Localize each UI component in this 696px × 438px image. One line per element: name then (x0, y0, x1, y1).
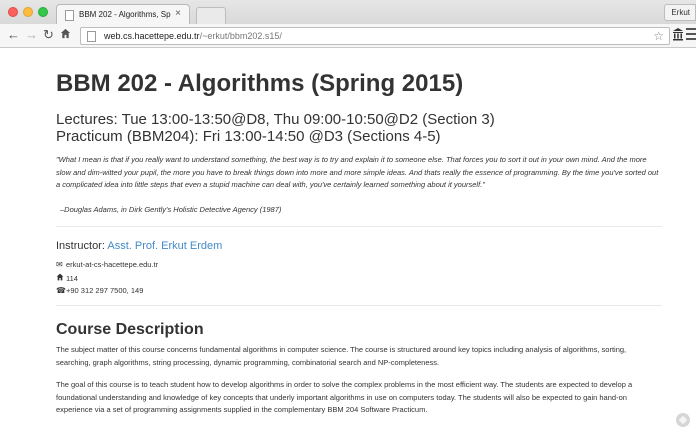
hamburger-menu-icon[interactable] (686, 28, 696, 43)
lectures-line: Lectures: Tue 13:00-13:50@D8, Thu 09:00-… (56, 111, 495, 128)
phone-text: +90 312 297 7500, 149 (66, 286, 144, 295)
course-description-paragraph: The subject matter of this course concer… (56, 345, 627, 367)
tab-title: BBM 202 - Algorithms, Spr (79, 10, 171, 19)
new-tab-button[interactable] (196, 7, 226, 24)
tab-strip: BBM 202 - Algorithms, Spr × Erkut (0, 0, 696, 25)
practicum-line: Practicum (BBM204): Fri 13:00-14:50 @D3 … (56, 128, 441, 145)
address-bar[interactable]: web.cs.hacettepe.edu.tr/~erkut/bbm202.s1… (80, 27, 670, 45)
contact-phone: ☎+90 312 297 7500, 149 (56, 286, 143, 295)
home-icon[interactable] (60, 27, 71, 43)
arrow-left-icon[interactable]: ← (7, 27, 20, 43)
reload-icon[interactable]: ↻ (43, 27, 54, 43)
quote-source: –Douglas Adams, in Dirk Gently's Holisti… (60, 205, 282, 214)
extension-icon[interactable] (672, 27, 684, 41)
email-text: erkut-at-cs-hacettepe.edu.tr (66, 260, 159, 269)
quote-text: "What I mean is that if you really want … (56, 155, 659, 189)
url-host: web.cs.hacettepe.edu.tr (104, 31, 200, 41)
star-icon[interactable]: ☆ (653, 29, 664, 43)
course-goal-paragraph: The goal of this course is to teach stud… (56, 380, 633, 414)
instructor-label: Instructor: (56, 240, 108, 252)
section-title: Course Description (56, 321, 204, 338)
minimize-window-button[interactable] (23, 7, 33, 17)
page-icon (87, 31, 96, 42)
page-icon (65, 10, 74, 21)
home-icon (56, 273, 66, 283)
instructor-link[interactable]: Asst. Prof. Erkut Erdem (107, 240, 222, 252)
floating-widget-icon[interactable] (676, 413, 690, 427)
divider (56, 305, 662, 306)
zoom-window-button[interactable] (38, 7, 48, 17)
url-text[interactable]: web.cs.hacettepe.edu.tr/~erkut/bbm202.s1… (104, 31, 282, 41)
arrow-right-icon[interactable]: → (25, 27, 38, 43)
office-text: 114 (66, 274, 78, 283)
close-window-button[interactable] (8, 7, 18, 17)
contact-email: ✉ erkut-at-cs-hacettepe.edu.tr (56, 260, 158, 269)
close-tab-button[interactable]: × (175, 8, 181, 19)
page-title: BBM 202 - Algorithms (Spring 2015) (56, 70, 464, 97)
profile-button[interactable]: Erkut (664, 4, 696, 21)
browser-tab[interactable]: BBM 202 - Algorithms, Spr × (56, 4, 190, 25)
contact-office: 114 (56, 273, 78, 283)
url-path: /~erkut/bbm202.s15/ (199, 31, 282, 41)
envelope-icon: ✉ (56, 260, 63, 269)
browser-toolbar: ← → ↻ web.cs.hacettepe.edu.tr/~erkut/bbm… (0, 24, 696, 48)
instructor-heading: Instructor: Asst. Prof. Erkut Erdem (56, 240, 222, 252)
phone-icon: ☎ (56, 286, 66, 295)
divider (56, 226, 662, 227)
lectures-info: Lectures: Tue 13:00-13:50@D8, Thu 09:00-… (56, 111, 495, 145)
